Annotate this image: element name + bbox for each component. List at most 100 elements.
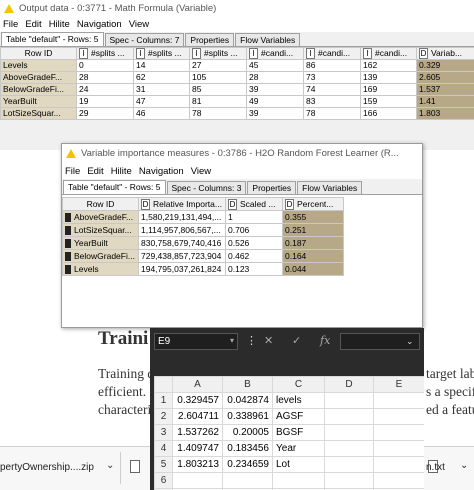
sheet-row[interactable]: 5 1.803213 0.234659 Lot — [154, 456, 424, 473]
sheet-cell[interactable]: 0.329457 — [172, 392, 223, 409]
table-cell[interactable]: 1,580,219,131,494,... — [138, 210, 226, 224]
table-cell[interactable]: 1.41 — [416, 95, 474, 108]
table-cell[interactable]: 159 — [360, 95, 417, 108]
column-header[interactable]: I #candi... — [360, 47, 417, 60]
table-cell[interactable]: 194,795,037,261,824 — [138, 262, 226, 276]
menu-navigation[interactable]: Navigation — [77, 19, 122, 30]
table-cell[interactable]: 169 — [360, 83, 417, 96]
table-cell[interactable]: 81 — [189, 95, 247, 108]
tab-properties[interactable]: Properties — [247, 181, 297, 194]
table-row[interactable]: AboveGradeF... 1,580,219,131,494,... 1 0.35… — [62, 210, 344, 224]
sheet-cell[interactable] — [172, 472, 223, 489]
column-header[interactable]: Row ID — [0, 47, 77, 60]
table-cell[interactable]: 28 — [76, 71, 134, 84]
sheet-cell[interactable] — [324, 424, 374, 441]
table-cell[interactable]: 1.537 — [416, 83, 474, 96]
cancel-icon[interactable]: ✕ — [264, 334, 273, 347]
table-cell[interactable]: 85 — [189, 83, 247, 96]
table-row[interactable]: BelowGradeFi... 24 31 85 39 74 169 1.537 — [0, 83, 474, 96]
name-box[interactable]: E9 — [154, 333, 238, 350]
table-cell[interactable]: 14 — [133, 59, 190, 72]
sheet-cell[interactable]: Year — [272, 440, 325, 457]
row-id-cell[interactable]: LotSizeSquar... — [62, 223, 139, 237]
menu-hilite[interactable]: Hilite — [111, 166, 132, 177]
sheet-cell[interactable] — [272, 472, 325, 489]
table-cell[interactable]: 0.526 — [225, 236, 283, 250]
table-cell[interactable]: 0.044 — [282, 262, 344, 276]
sheet-cell[interactable] — [324, 408, 374, 425]
table-cell[interactable]: 0.706 — [225, 223, 283, 237]
column-header[interactable]: I #candi... — [303, 47, 361, 60]
spreadsheet-grid[interactable]: A B C D E 1 0.329457 0.042874 levels 2 2.604711 0.3… — [154, 376, 424, 490]
sheet-cell[interactable] — [373, 440, 424, 457]
column-header[interactable]: D Percent... — [282, 197, 344, 211]
sheet-cell[interactable]: 0.338961 — [222, 408, 273, 425]
table-row[interactable]: LotSizeSquar... 29 46 78 39 78 166 1.803 — [0, 107, 474, 120]
menu-file[interactable]: File — [3, 19, 18, 30]
table-row[interactable]: BelowGradeFi... 729,438,857,723,904 0.462 0… — [62, 249, 344, 263]
row-id-cell[interactable]: BelowGradeFi... — [62, 249, 139, 263]
row-header[interactable]: 5 — [154, 456, 173, 473]
sheet-cell[interactable]: 1.803213 — [172, 456, 223, 473]
column-header[interactable]: D Scaled ... — [225, 197, 283, 211]
sheet-cell[interactable] — [373, 456, 424, 473]
column-header[interactable]: E — [373, 376, 424, 393]
menu-file[interactable]: File — [65, 166, 80, 177]
table-cell[interactable]: 62 — [133, 71, 190, 84]
table-cell[interactable]: 0.251 — [282, 223, 344, 237]
menu-edit[interactable]: Edit — [87, 166, 103, 177]
table-cell[interactable]: 74 — [303, 83, 361, 96]
table-cell[interactable]: 0.329 — [416, 59, 474, 72]
table-cell[interactable]: 1 — [225, 210, 283, 224]
table-cell[interactable]: 19 — [76, 95, 134, 108]
table-cell[interactable]: 830,758,679,740,416 — [138, 236, 226, 250]
table-cell[interactable]: 139 — [360, 71, 417, 84]
sheet-cell[interactable]: levels — [272, 392, 325, 409]
table-row[interactable]: Levels 194,795,037,261,824 0.123 0.044 — [62, 262, 344, 276]
tab-properties[interactable]: Properties — [185, 33, 235, 46]
row-id-cell[interactable]: AboveGradeF... — [0, 71, 77, 84]
table-cell[interactable]: 45 — [246, 59, 304, 72]
column-header[interactable]: B — [222, 376, 273, 393]
row-header[interactable]: 3 — [154, 424, 173, 441]
sheet-cell[interactable] — [324, 392, 374, 409]
tab-table[interactable]: Table "default" - Rows: 5 — [63, 180, 166, 194]
sheet-cell[interactable] — [324, 440, 374, 457]
column-header[interactable]: Row ID — [62, 197, 139, 211]
sheet-row[interactable]: 6 — [154, 472, 424, 489]
menu-hilite[interactable]: Hilite — [49, 19, 70, 30]
row-header[interactable]: 6 — [154, 472, 173, 489]
row-header[interactable]: 2 — [154, 408, 173, 425]
table-cell[interactable]: 0 — [76, 59, 134, 72]
sheet-cell[interactable]: BGSF — [272, 424, 325, 441]
sheet-cell[interactable]: 0.20005 — [222, 424, 273, 441]
column-header[interactable]: I #candi... — [246, 47, 304, 60]
table-cell[interactable]: 47 — [133, 95, 190, 108]
sheet-cell[interactable] — [324, 456, 374, 473]
table-cell[interactable]: 46 — [133, 107, 190, 120]
table-cell[interactable]: 0.355 — [282, 210, 344, 224]
row-header[interactable]: 1 — [154, 392, 173, 409]
tab-flow-variables[interactable]: Flow Variables — [297, 181, 363, 194]
tab-spec[interactable]: Spec - Columns: 3 — [166, 181, 247, 194]
sheet-cell[interactable] — [373, 408, 424, 425]
download-item-txt[interactable]: n.txt — [426, 462, 445, 473]
table-cell[interactable]: 49 — [246, 95, 304, 108]
table-cell[interactable]: 29 — [76, 107, 134, 120]
table-cell[interactable]: 27 — [189, 59, 247, 72]
sheet-cell[interactable]: 1.537262 — [172, 424, 223, 441]
sheet-cell[interactable]: 0.042874 — [222, 392, 273, 409]
table-row[interactable]: YearBuilt 19 47 81 49 83 159 1.41 — [0, 95, 474, 108]
more-options-icon[interactable]: ⋮ — [246, 334, 257, 347]
column-header[interactable]: I #splits ... — [133, 47, 190, 60]
sheet-cell[interactable] — [373, 392, 424, 409]
function-icon[interactable]: fx — [320, 334, 330, 347]
menu-navigation[interactable]: Navigation — [139, 166, 184, 177]
table-cell[interactable]: 24 — [76, 83, 134, 96]
table-cell[interactable]: 162 — [360, 59, 417, 72]
row-id-cell[interactable]: YearBuilt — [0, 95, 77, 108]
download-item-zip[interactable]: pertyOwnership....zip — [0, 462, 94, 473]
sheet-cell[interactable]: 0.234659 — [222, 456, 273, 473]
column-header[interactable]: D — [324, 376, 374, 393]
table-cell[interactable]: 1,114,957,806,567,... — [138, 223, 226, 237]
